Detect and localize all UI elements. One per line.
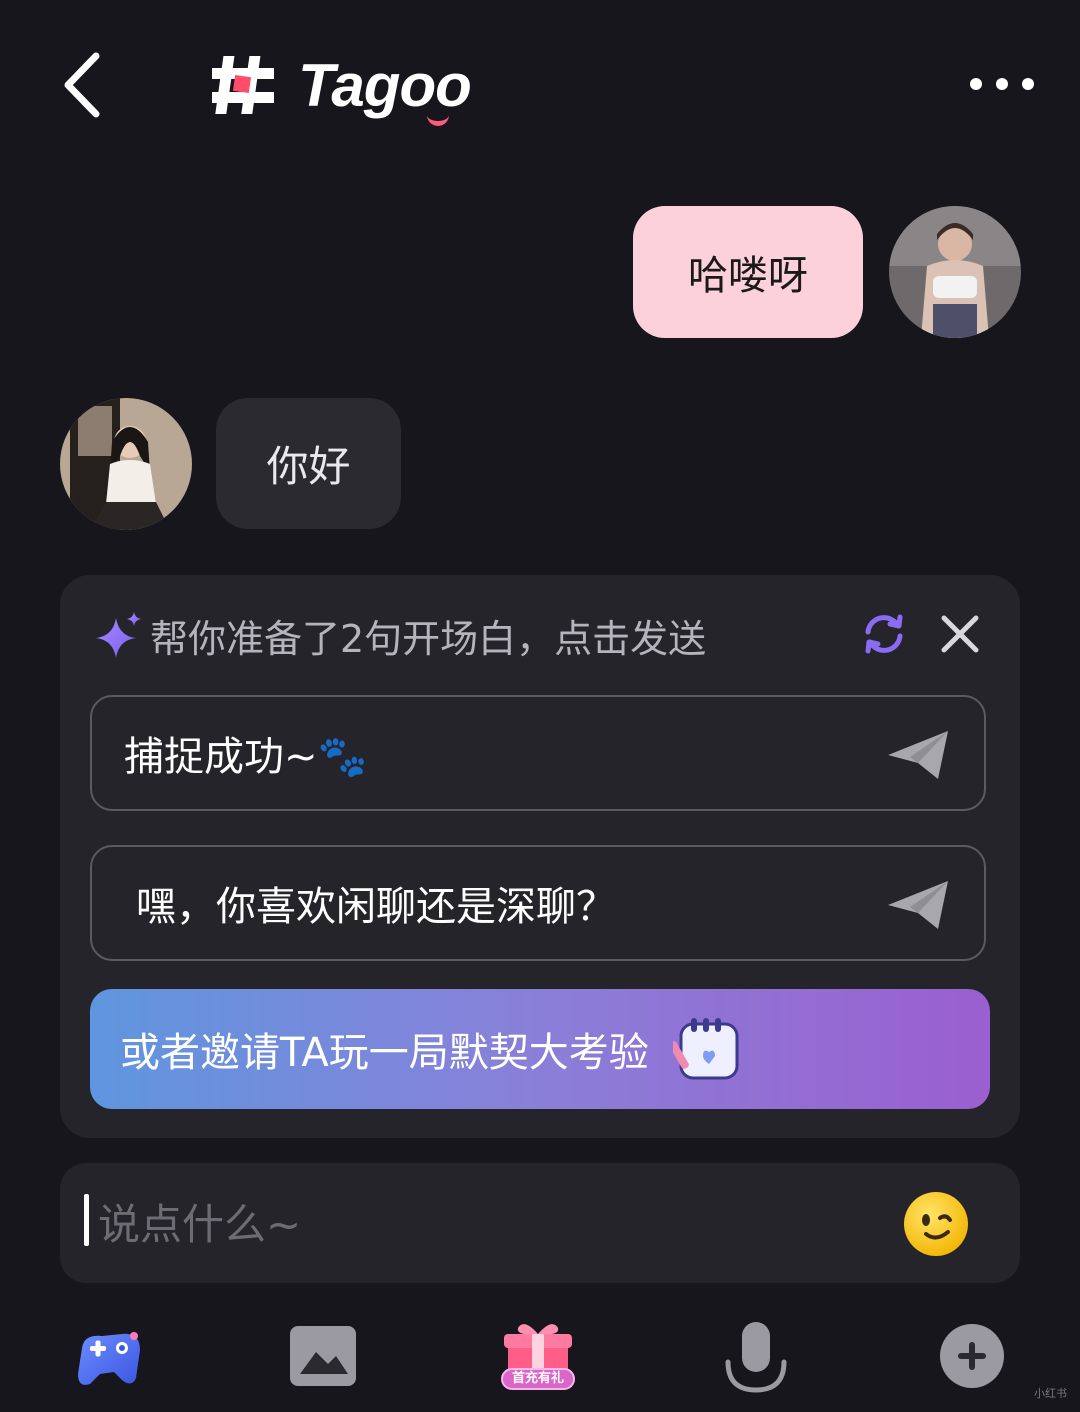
- more-dot-icon: [996, 78, 1008, 90]
- plus-icon[interactable]: [934, 1318, 1014, 1398]
- tagoo-hash-icon: [212, 56, 274, 114]
- other-avatar[interactable]: [60, 398, 192, 530]
- emoji-icon[interactable]: [902, 1190, 970, 1258]
- avatar-photo: [60, 398, 192, 530]
- more-options-button[interactable]: [970, 66, 1046, 102]
- gift-badge: 首充有礼: [501, 1368, 575, 1390]
- image-icon[interactable]: [286, 1318, 366, 1398]
- game-controller-icon[interactable]: [70, 1318, 150, 1398]
- refresh-icon[interactable]: [860, 610, 908, 658]
- app-logo: Tagoo: [210, 50, 472, 126]
- opener-option-1[interactable]: 捕捉成功~🐾: [90, 695, 986, 811]
- more-dot-icon: [1022, 78, 1034, 90]
- invite-game-label: 或者邀请TA玩一局默契大考验: [120, 1030, 649, 1076]
- my-avatar[interactable]: [889, 206, 1021, 338]
- message-text: 哈喽呀: [688, 253, 808, 299]
- send-icon[interactable]: [886, 727, 952, 783]
- microphone-icon[interactable]: [716, 1318, 796, 1398]
- send-icon[interactable]: [886, 877, 952, 933]
- other-message-bubble[interactable]: 你好: [216, 398, 401, 529]
- back-button[interactable]: [60, 50, 110, 120]
- invite-game-button[interactable]: 或者邀请TA玩一局默契大考验: [90, 989, 990, 1109]
- quiz-notepad-icon: [672, 1018, 739, 1080]
- sparkle-icon: [96, 612, 141, 658]
- avatar-photo: [889, 206, 1021, 338]
- opener-option-text: 嘿，你喜欢闲聊还是深聊？: [136, 884, 616, 930]
- opener-option-text: 捕捉成功~🐾: [124, 734, 368, 780]
- more-dot-icon: [970, 78, 982, 90]
- opener-panel-title: 帮你准备了2句开场白，点击发送: [150, 617, 707, 661]
- close-icon[interactable]: [936, 610, 984, 658]
- opener-option-2[interactable]: 嘿，你喜欢闲聊还是深聊？: [90, 845, 986, 961]
- message-input[interactable]: [96, 1180, 880, 1268]
- message-text: 你好: [266, 442, 351, 491]
- chevron-left-icon: [64, 52, 100, 118]
- watermark: 小红书: [1034, 1387, 1067, 1400]
- logo-text: Tagoo: [298, 51, 472, 126]
- my-message-bubble[interactable]: 哈喽呀: [633, 206, 863, 338]
- text-cursor: [84, 1194, 89, 1246]
- first-recharge-gift-button[interactable]: 首充有礼: [498, 1318, 578, 1398]
